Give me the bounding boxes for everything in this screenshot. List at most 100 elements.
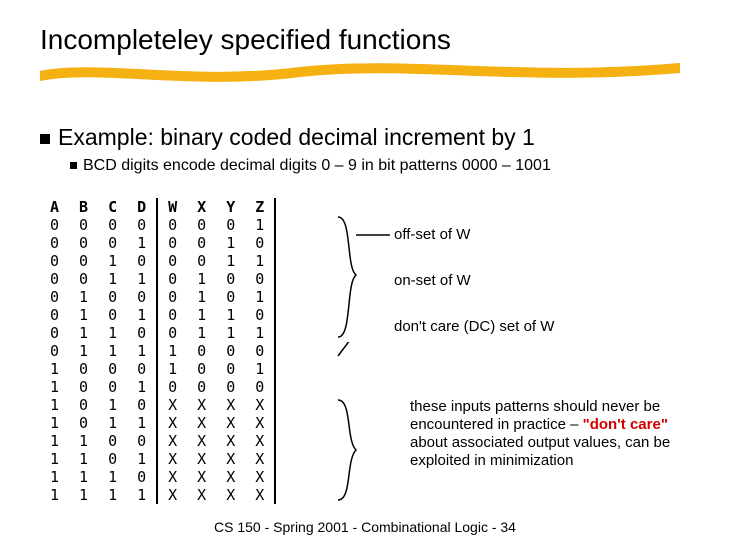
col-header: D xyxy=(127,198,157,216)
table-cell: 0 xyxy=(98,306,127,324)
table-cell: 1 xyxy=(245,216,275,234)
table-cell: 0 xyxy=(40,342,69,360)
table-cell: 0 xyxy=(245,234,275,252)
table-cell: X xyxy=(216,450,245,468)
col-header: Z xyxy=(245,198,275,216)
table-cell: X xyxy=(245,432,275,450)
table-cell: 0 xyxy=(127,432,157,450)
table-cell: 0 xyxy=(98,234,127,252)
table-cell: 0 xyxy=(245,270,275,288)
table-cell: 1 xyxy=(127,306,157,324)
table-cell: 0 xyxy=(40,270,69,288)
table-cell: 0 xyxy=(187,216,216,234)
table-cell: X xyxy=(157,432,187,450)
truth-table: ABCDWXYZ00000001000100100010001100110100… xyxy=(40,198,276,504)
truth-table-area: ABCDWXYZ00000001000100100010001100110100… xyxy=(40,198,276,504)
table-cell: 1 xyxy=(127,486,157,504)
table-cell: 0 xyxy=(98,450,127,468)
col-header: X xyxy=(187,198,216,216)
table-cell: 0 xyxy=(187,378,216,396)
table-cell: X xyxy=(216,414,245,432)
table-cell: 1 xyxy=(187,306,216,324)
slide-footer: CS 150 - Spring 2001 - Combinational Log… xyxy=(0,519,730,535)
table-cell: 1 xyxy=(40,468,69,486)
table-cell: X xyxy=(157,414,187,432)
table-cell: 0 xyxy=(127,324,157,342)
annot-onset: on-set of W xyxy=(394,272,471,290)
col-header: W xyxy=(157,198,187,216)
table-cell: 0 xyxy=(127,468,157,486)
table-cell: X xyxy=(187,396,216,414)
col-header: B xyxy=(69,198,98,216)
table-cell: 1 xyxy=(40,486,69,504)
title-underline xyxy=(40,58,680,88)
table-cell: 0 xyxy=(40,288,69,306)
table-cell: 0 xyxy=(157,324,187,342)
table-cell: 1 xyxy=(69,306,98,324)
table-cell: 1 xyxy=(216,324,245,342)
table-cell: 0 xyxy=(98,288,127,306)
table-cell: 1 xyxy=(127,234,157,252)
table-cell: 1 xyxy=(40,432,69,450)
table-cell: X xyxy=(216,396,245,414)
table-cell: 1 xyxy=(69,288,98,306)
table-row: 10010000 xyxy=(40,378,275,396)
table-cell: 0 xyxy=(127,288,157,306)
table-cell: 0 xyxy=(127,360,157,378)
table-cell: 1 xyxy=(245,324,275,342)
table-row: 01010110 xyxy=(40,306,275,324)
table-cell: X xyxy=(245,468,275,486)
table-cell: 0 xyxy=(69,234,98,252)
table-cell: 1 xyxy=(98,396,127,414)
table-cell: X xyxy=(245,414,275,432)
table-cell: X xyxy=(187,468,216,486)
table-cell: X xyxy=(157,486,187,504)
table-cell: 0 xyxy=(127,252,157,270)
table-cell: 0 xyxy=(40,324,69,342)
col-header: A xyxy=(40,198,69,216)
table-cell: 0 xyxy=(69,216,98,234)
table-cell: 1 xyxy=(98,468,127,486)
table-cell: X xyxy=(216,468,245,486)
table-cell: 0 xyxy=(216,378,245,396)
bullet2-text: BCD digits encode decimal digits 0 – 9 i… xyxy=(83,157,551,174)
annot-note-red: "don't care" xyxy=(583,416,668,433)
table-cell: 1 xyxy=(69,468,98,486)
table-row: 1110XXXX xyxy=(40,468,275,486)
table-row: 00010010 xyxy=(40,234,275,252)
table-cell: 0 xyxy=(157,234,187,252)
brace-dcset xyxy=(328,396,408,512)
col-header: Y xyxy=(216,198,245,216)
table-cell: 0 xyxy=(98,360,127,378)
table-cell: 0 xyxy=(69,414,98,432)
table-cell: 0 xyxy=(245,342,275,360)
table-cell: 0 xyxy=(69,360,98,378)
table-cell: 1 xyxy=(216,252,245,270)
table-cell: 1 xyxy=(187,324,216,342)
table-cell: 0 xyxy=(98,432,127,450)
table-row: 1101XXXX xyxy=(40,450,275,468)
table-row: 1100XXXX xyxy=(40,432,275,450)
line-onset xyxy=(332,342,402,372)
table-cell: 1 xyxy=(40,414,69,432)
table-cell: 0 xyxy=(216,342,245,360)
table-cell: 0 xyxy=(40,252,69,270)
table-cell: 1 xyxy=(187,288,216,306)
table-cell: 1 xyxy=(157,360,187,378)
annot-dcset: don't care (DC) set of W xyxy=(394,318,554,336)
table-cell: X xyxy=(216,486,245,504)
table-cell: 1 xyxy=(98,342,127,360)
table-cell: 1 xyxy=(187,270,216,288)
table-cell: 0 xyxy=(157,252,187,270)
table-cell: 1 xyxy=(98,270,127,288)
table-cell: X xyxy=(187,450,216,468)
table-cell: 0 xyxy=(69,396,98,414)
table-cell: 0 xyxy=(187,342,216,360)
table-cell: 1 xyxy=(69,432,98,450)
table-row: 00110100 xyxy=(40,270,275,288)
table-cell: 0 xyxy=(157,216,187,234)
table-cell: 0 xyxy=(157,288,187,306)
table-cell: 1 xyxy=(40,396,69,414)
table-cell: 1 xyxy=(216,306,245,324)
table-cell: X xyxy=(157,396,187,414)
